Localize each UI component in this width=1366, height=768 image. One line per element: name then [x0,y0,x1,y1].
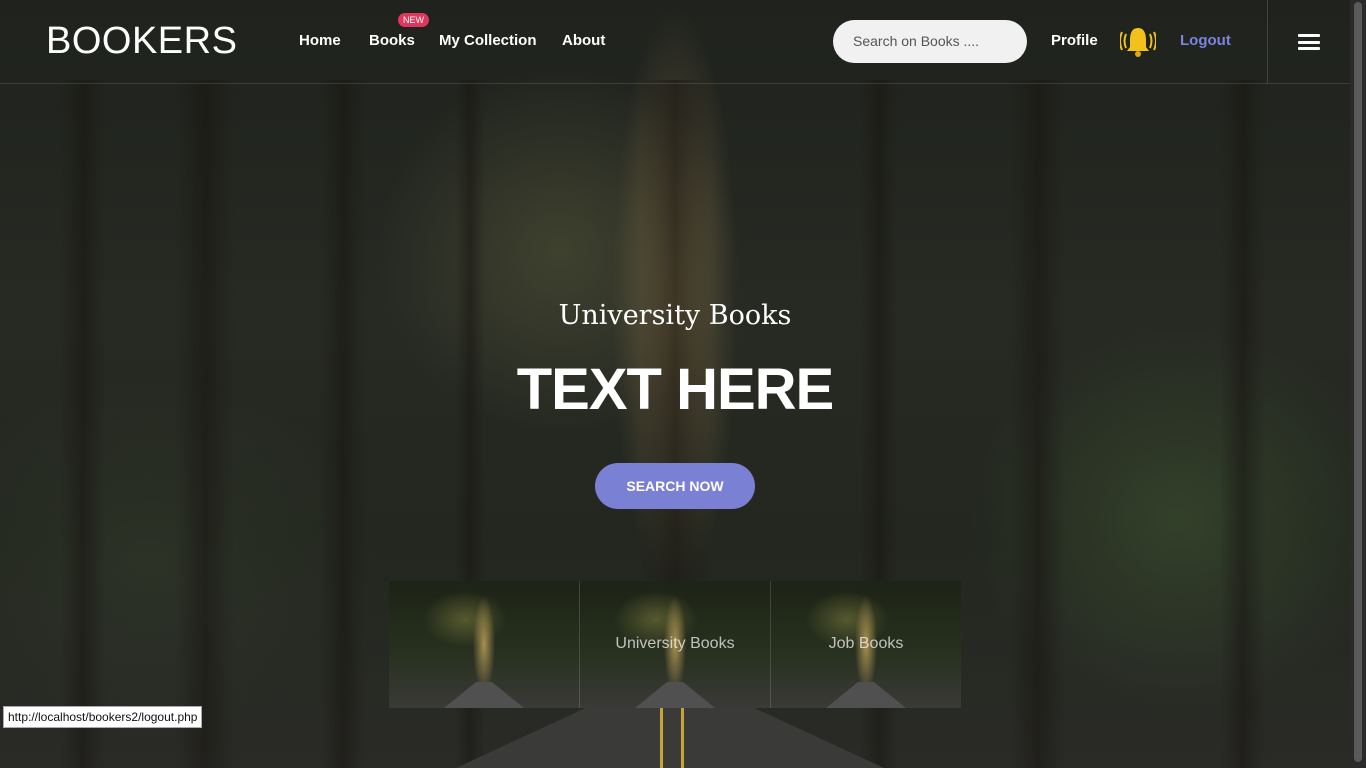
logout-link[interactable]: Logout [1180,32,1231,49]
nav-about[interactable]: About [562,32,605,49]
category-tile-university-books[interactable]: University Books [580,581,771,708]
tile-label: University Books [615,635,735,652]
category-tile[interactable] [389,581,580,708]
search-now-button[interactable]: SEARCH NOW [595,463,755,509]
scrollbar-thumb[interactable] [1354,2,1362,762]
vertical-scrollbar[interactable] [1350,0,1366,768]
browser-status-url: http://localhost/bookers2/logout.php [3,706,203,728]
search-input[interactable]: Search on Books .... [833,20,1027,63]
category-tile-job-books[interactable]: Job Books [771,581,961,708]
road-line [660,700,684,768]
header-divider [1267,0,1268,83]
site-logo[interactable]: BOOKERS [46,20,237,63]
tile-label: Job Books [828,635,904,652]
top-navbar: BOOKERS Home Books NEW My Collection Abo… [0,0,1350,84]
hamburger-menu-icon[interactable] [1298,34,1320,50]
nav-books[interactable]: Books [369,32,415,49]
bell-icon[interactable] [1119,24,1157,60]
category-tiles: University Books Job Books [389,581,961,708]
nav-my-collection[interactable]: My Collection [439,32,537,49]
hero-headline: TEXT HERE [516,357,835,422]
profile-link[interactable]: Profile [1051,32,1098,49]
search-placeholder: Search on Books .... [853,33,980,49]
nav-home[interactable]: Home [299,32,341,49]
new-badge: NEW [398,13,429,27]
hero-subtitle: University Books [558,300,792,331]
